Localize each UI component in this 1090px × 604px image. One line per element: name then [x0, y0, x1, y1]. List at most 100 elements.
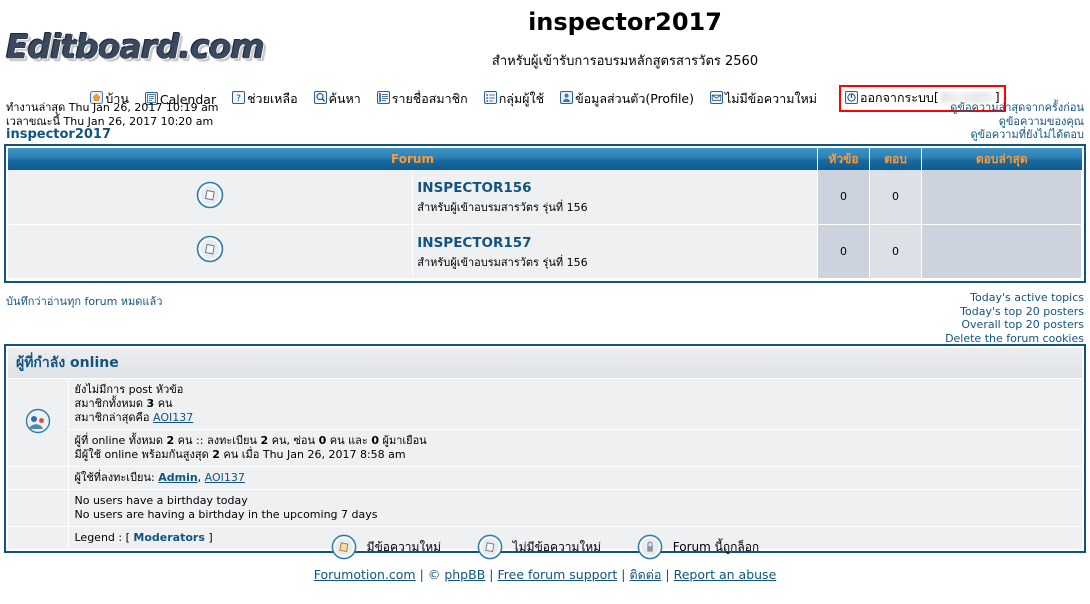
table-row: INSPECTOR157 สำหรับผู้เข้าอบรมสารวัตร รุ…	[8, 224, 1082, 279]
online-hidden-label: คน, ซ่อน	[271, 434, 316, 447]
column-header-forum: Forum	[8, 148, 818, 170]
forum-link[interactable]: INSPECTOR156	[417, 180, 531, 196]
current-time-label: เวลาขณะนี้	[6, 114, 61, 128]
current-time-value: Thu Jan 26, 2017 10:20 am	[63, 114, 214, 128]
online-counts-cell: ผู้ที่ online ทั้งหมด 2 คน :: ลงทะเบียน …	[68, 429, 1082, 467]
usergroups-icon	[483, 91, 497, 104]
folder-no-new-posts-icon	[477, 534, 507, 560]
column-header-last-post: ตอบล่าสุด	[921, 148, 1082, 170]
nav-label-logout: ออกจากระบบ	[860, 90, 934, 105]
footer-separator: |	[419, 567, 424, 582]
footer-link-forumotion[interactable]: Forumotion.com	[314, 567, 416, 582]
search-icon	[313, 91, 327, 104]
who-is-online-title: ผู้ที่กำลัง online	[8, 348, 1082, 379]
forum-link[interactable]: INSPECTOR157	[417, 235, 531, 251]
nav-item-help[interactable]: ? ช่วยเหลือ	[232, 89, 298, 109]
nav-item-search[interactable]: ค้นหา	[313, 89, 361, 109]
online-total-count: 2	[166, 434, 175, 447]
forum-description: สำหรับผู้เข้าอบรมสารวัตร รุ่นที่ 156	[417, 255, 588, 269]
column-header-topics: หัวข้อ	[817, 148, 870, 170]
quick-link-your-posts[interactable]: ดูข้อความของคุณ	[950, 115, 1084, 129]
quick-link-unanswered-posts[interactable]: ดูข้อความที่ยังไม่ได้ตอบ	[950, 128, 1085, 142]
online-record-count: 2	[212, 448, 220, 461]
stats-total-members-unit: คน	[157, 397, 173, 410]
stats-newest-member-label: สมาชิกล่าสุดคือ	[74, 411, 150, 424]
forum-table-header-row: Forum หัวข้อ ตอบ ตอบล่าสุด	[8, 148, 1082, 170]
online-icon-cell	[8, 379, 69, 467]
online-guests-count: 0	[371, 434, 379, 447]
logout-bracket-open: [	[933, 89, 939, 105]
quick-link-latest-since-last-visit[interactable]: ดูข้อความล่าสุดจากครั้งก่อน	[950, 101, 1084, 115]
forum-description: สำหรับผู้เข้าอบรมสารวัตร รุ่นที่ 156	[417, 201, 588, 215]
registered-user-aoi137[interactable]: AOI137	[205, 471, 245, 484]
nav-item-profile[interactable]: ข้อมูลส่วนตัว(Profile)	[560, 89, 694, 109]
last-visit-label: ทำงานล่าสุด	[6, 101, 66, 114]
folder-no-new-posts-icon	[196, 181, 224, 209]
logout-icon	[845, 90, 859, 104]
nav-item-logout[interactable]: ออกจากระบบ	[845, 88, 934, 108]
forum-utility-links: Today's active topics Today's top 20 pos…	[945, 291, 1084, 345]
birthday-cell: No users have a birthday today No users …	[68, 489, 1082, 527]
legend-new-posts: มีข้อความใหม่	[331, 534, 441, 560]
forum-table: Forum หัวข้อ ตอบ ตอบล่าสุด INSPECTOR156 …	[8, 148, 1082, 279]
registered-users-cell: ผู้ใช้ที่ลงทะเบียน: Admin, AOI137	[68, 466, 1082, 490]
footer-link-free-forum-support[interactable]: Free forum support	[498, 567, 618, 582]
footer-separator: |	[665, 567, 670, 582]
registered-users-row: ผู้ใช้ที่ลงทะเบียน: Admin, AOI137	[8, 466, 1082, 490]
forum-list-panel: Forum หัวข้อ ตอบ ตอบล่าสุด INSPECTOR156 …	[4, 144, 1086, 283]
legend-locked-forum-label: Forum นี้ถูกล็อก	[672, 539, 760, 554]
nav-item-memberlist[interactable]: รายชื่อสมาชิก	[376, 89, 468, 109]
footer-link-phpbb[interactable]: phpBB	[444, 567, 485, 582]
footer-link-report-abuse[interactable]: Report an abuse	[674, 567, 777, 582]
legend-locked-forum: Forum นี้ถูกล็อก	[637, 534, 759, 560]
folder-no-new-posts-icon	[196, 235, 224, 263]
newest-member-link[interactable]: AOI137	[153, 411, 193, 424]
last-visit-time: Thu Jan 26, 2017 10:19 am	[68, 101, 219, 114]
online-guests-label: คน และ	[329, 434, 368, 447]
online-total-label: ผู้ที่ online ทั้งหมด	[74, 434, 164, 447]
forum-last-post	[921, 170, 1082, 225]
last-visit-line: ทำงานล่าสุด Thu Jan 26, 2017 10:19 am	[6, 101, 219, 115]
link-todays-top-20-posters[interactable]: Today's top 20 posters	[945, 305, 1084, 319]
page-title: inspector2017	[528, 8, 722, 36]
mark-all-forums-read-link[interactable]: บันทึกว่าอ่านทุก forum หมดแล้ว	[6, 292, 162, 310]
online-record-label: มีผู้ใช้ online พร้อมกันสูงสุด	[74, 448, 209, 461]
nav-label-memberlist: รายชื่อสมาชิก	[391, 90, 468, 106]
folder-new-posts-icon	[331, 534, 361, 560]
link-delete-forum-cookies[interactable]: Delete the forum cookies	[945, 332, 1084, 346]
table-row: INSPECTOR156 สำหรับผู้เข้าอบรมสารวัตร รุ…	[8, 170, 1082, 225]
link-overall-top-20-posters[interactable]: Overall top 20 posters	[945, 318, 1084, 332]
stats-newest-member: สมาชิกล่าสุดคือ AOI137	[75, 411, 1077, 425]
no-new-message-icon	[709, 91, 723, 104]
who-is-online-icon	[25, 408, 51, 438]
link-todays-active-topics[interactable]: Today's active topics	[945, 291, 1084, 305]
current-time-line: เวลาขณะนี้ Thu Jan 26, 2017 10:20 am	[6, 115, 219, 129]
online-hidden-count: 0	[318, 434, 327, 447]
birthday-upcoming: No users are having a birthday in the up…	[74, 508, 378, 521]
quick-links: ดูข้อความล่าสุดจากครั้งก่อน ดูข้อความของ…	[950, 101, 1084, 142]
online-guests-unit: ผู้มาเยือน	[382, 434, 427, 447]
legend-no-new-posts: ไม่มีข้อความใหม่	[477, 534, 601, 560]
spacer-cell	[8, 466, 69, 490]
nav-label-usergroups: กลุ่มผู้ใช้	[498, 90, 545, 106]
who-is-online-panel: ผู้ที่กำลัง online ยังไม่มีการ post หัวข…	[4, 344, 1086, 553]
forum-replies-count: 0	[869, 224, 922, 279]
stats-total-members-count: 3	[146, 397, 155, 410]
forum-replies-count: 0	[869, 170, 922, 225]
forum-name-cell: INSPECTOR156 สำหรับผู้เข้าอบรมสารวัตร รุ…	[412, 170, 818, 225]
column-header-replies: ตอบ	[869, 148, 922, 170]
profile-icon	[560, 91, 574, 104]
footer-link-contact[interactable]: ติดต่อ	[629, 567, 661, 582]
session-info: ทำงานล่าสุด Thu Jan 26, 2017 10:19 am เว…	[6, 101, 219, 142]
online-stats-cell: ยังไม่มีการ post หัวข้อ สมาชิกทั้งหมด 3 …	[68, 379, 1082, 430]
svg-text:?: ?	[236, 94, 241, 104]
nav-label-help: ช่วยเหลือ	[247, 90, 298, 106]
registered-user-admin[interactable]: Admin	[158, 471, 197, 484]
online-stats-row: ยังไม่มีการ post หัวข้อ สมาชิกทั้งหมด 3 …	[8, 379, 1082, 467]
page-header: Editboard.com inspector2017 สำหรับผู้เข้…	[0, 0, 1090, 80]
registered-users-separator: ,	[197, 471, 205, 484]
nav-item-usergroups[interactable]: กลุ่มผู้ใช้	[483, 89, 545, 109]
footer-separator: |	[489, 567, 494, 582]
legend-no-new-posts-label: ไม่มีข้อความใหม่	[512, 539, 602, 554]
nav-item-no-new-messages[interactable]: ไม่มีข้อความใหม่	[709, 89, 817, 109]
